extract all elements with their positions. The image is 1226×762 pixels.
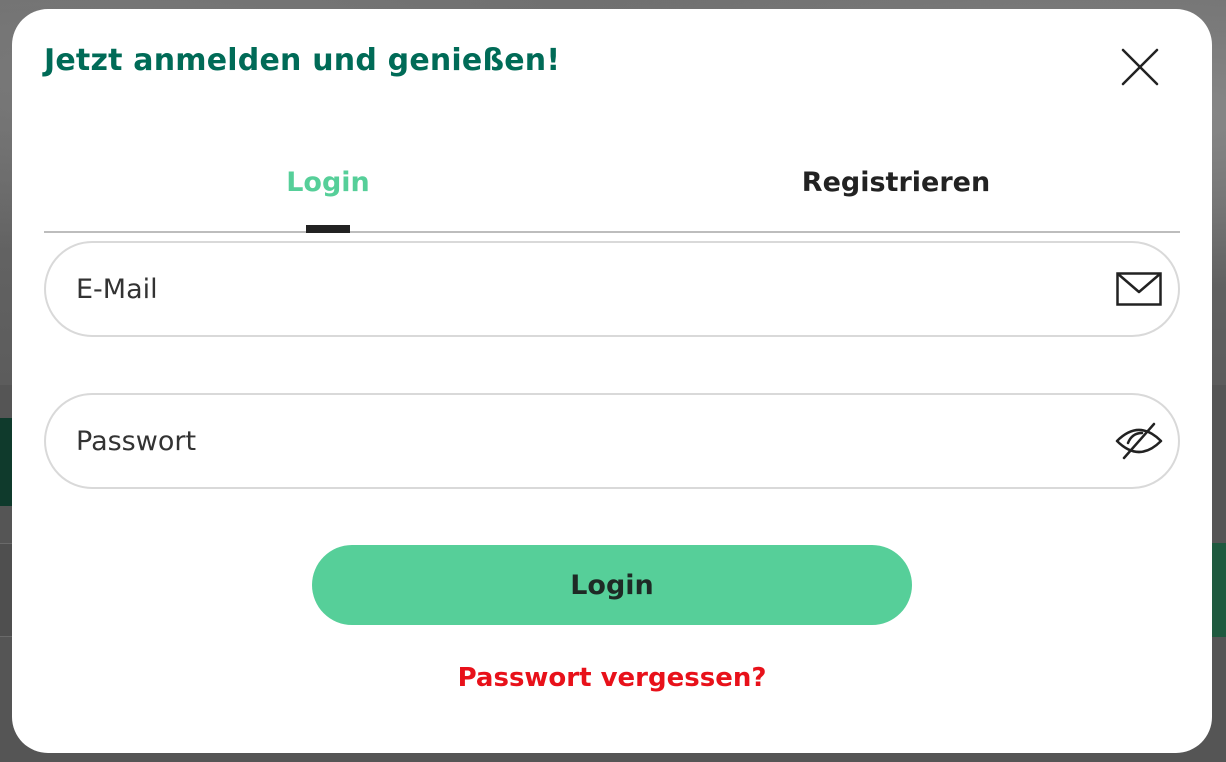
close-icon xyxy=(1121,48,1159,86)
password-field xyxy=(44,393,1180,489)
modal-title: Jetzt anmelden und genießen! xyxy=(44,43,561,78)
login-modal: Jetzt anmelden und genießen! Login Regis… xyxy=(12,9,1212,753)
email-input[interactable] xyxy=(76,243,1076,335)
background-green-button xyxy=(1210,543,1226,637)
tab-login[interactable]: Login xyxy=(44,167,612,198)
auth-tabs: Login Registrieren xyxy=(44,159,1180,233)
login-button[interactable]: Login xyxy=(312,545,912,625)
envelope-icon xyxy=(1114,269,1164,309)
active-tab-indicator xyxy=(306,225,350,233)
eye-off-icon[interactable] xyxy=(1114,421,1164,461)
close-button[interactable] xyxy=(1118,45,1162,89)
password-input[interactable] xyxy=(76,395,1076,487)
email-field xyxy=(44,241,1180,337)
tab-register[interactable]: Registrieren xyxy=(612,167,1180,198)
forgot-password-link[interactable]: Passwort vergessen? xyxy=(312,663,912,693)
